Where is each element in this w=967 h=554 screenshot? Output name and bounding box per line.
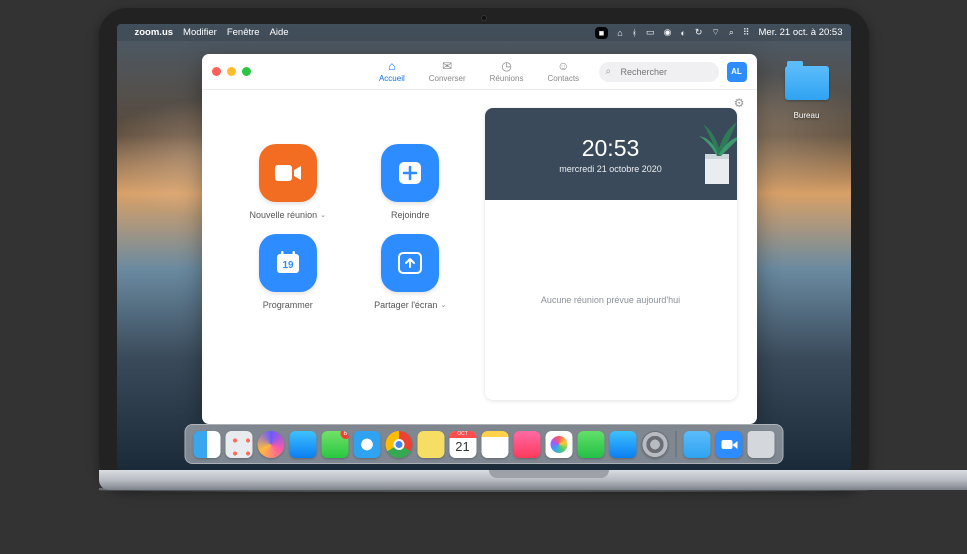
upcoming-panel: 20:53 mercredi 21 octobre 2020 bbox=[485, 108, 737, 400]
menu-window[interactable]: Fenêtre bbox=[227, 27, 260, 38]
status-battery-icon[interactable]: ▭ bbox=[646, 27, 655, 38]
join-button[interactable]: Rejoindre bbox=[354, 144, 467, 220]
chevron-down-icon: ⌄ bbox=[440, 301, 446, 309]
dock-trash[interactable] bbox=[747, 431, 774, 458]
user-avatar[interactable]: AL bbox=[727, 62, 747, 82]
desktop-folder-label: Bureau bbox=[794, 111, 820, 120]
dock-separator bbox=[675, 431, 676, 457]
minimize-button[interactable] bbox=[227, 67, 236, 76]
dock-mail[interactable] bbox=[289, 431, 316, 458]
plus-icon bbox=[399, 162, 421, 184]
svg-text:19: 19 bbox=[282, 260, 294, 271]
window-controls bbox=[212, 67, 251, 76]
share-arrow-icon bbox=[398, 252, 422, 274]
menubar-datetime[interactable]: Mer. 21 oct. à 20:53 bbox=[759, 27, 843, 38]
zoom-titlebar: ⌂ Accueil ✉ Converser ◷ Réunions ☺ bbox=[202, 54, 757, 90]
status-sync-icon[interactable]: ↻ bbox=[695, 27, 703, 38]
dock-calendar[interactable]: OCT 21 bbox=[449, 431, 476, 458]
share-screen-button[interactable]: Partager l'écran ⌄ bbox=[354, 234, 467, 310]
zoom-tabs: ⌂ Accueil ✉ Converser ◷ Réunions ☺ bbox=[379, 60, 579, 83]
dock-appstore[interactable] bbox=[609, 431, 636, 458]
close-button[interactable] bbox=[212, 67, 221, 76]
folder-icon bbox=[785, 66, 829, 100]
clock-card-header: 20:53 mercredi 21 octobre 2020 bbox=[485, 108, 737, 200]
device-label: MacBook Pro bbox=[99, 470, 967, 480]
current-date: mercredi 21 octobre 2020 bbox=[559, 164, 662, 174]
share-screen-label: Partager l'écran bbox=[374, 300, 437, 310]
new-meeting-button[interactable]: Nouvelle réunion ⌄ bbox=[232, 144, 345, 220]
desktop-folder[interactable]: Bureau bbox=[783, 66, 831, 123]
search-field-wrapper: ⌕ bbox=[599, 62, 719, 82]
status-clock-icon[interactable]: ◐ bbox=[680, 28, 685, 38]
dock-facetime[interactable] bbox=[577, 431, 604, 458]
tab-meetings[interactable]: ◷ Réunions bbox=[490, 60, 524, 83]
status-wifi-icon[interactable]: ⌔ bbox=[711, 27, 719, 38]
calendar-icon: 19 bbox=[276, 251, 300, 275]
action-grid: Nouvelle réunion ⌄ Rejoindre bbox=[232, 108, 467, 400]
dock-messages[interactable]: 8 bbox=[321, 431, 348, 458]
tab-chat[interactable]: ✉ Converser bbox=[429, 60, 466, 83]
search-icon: ⌕ bbox=[606, 66, 612, 77]
status-eye-icon[interactable]: ◉ bbox=[664, 27, 672, 38]
zoom-window: ⌂ Accueil ✉ Converser ◷ Réunions ☺ bbox=[202, 54, 757, 424]
dock-notes[interactable] bbox=[481, 431, 508, 458]
schedule-label: Programmer bbox=[263, 300, 313, 310]
screen: zoom.us Modifier Fenêtre Aide ■ ⌂ ᚼ ▭ ◉ … bbox=[117, 24, 851, 470]
no-meetings-label: Aucune réunion prévue aujourd'hui bbox=[541, 295, 680, 305]
status-bluetooth-icon[interactable]: ᚼ bbox=[632, 28, 637, 38]
contacts-icon: ☺ bbox=[557, 60, 569, 72]
dock-finder[interactable] bbox=[193, 431, 220, 458]
dock-downloads-folder[interactable] bbox=[683, 431, 710, 458]
dock-settings[interactable] bbox=[641, 431, 668, 458]
dock-cal-day: 21 bbox=[449, 438, 476, 456]
tab-contacts[interactable]: ☺ Contacts bbox=[547, 60, 579, 83]
schedule-button[interactable]: 19 Programmer bbox=[232, 234, 345, 310]
chevron-down-icon: ⌄ bbox=[320, 211, 326, 219]
zoom-button[interactable] bbox=[242, 67, 251, 76]
status-control-icon[interactable]: ⠿ bbox=[743, 27, 750, 38]
dock-chrome[interactable] bbox=[385, 431, 412, 458]
join-label: Rejoindre bbox=[391, 210, 430, 220]
dock-siri[interactable] bbox=[257, 431, 284, 458]
plant-decoration-icon bbox=[667, 108, 737, 200]
chat-icon: ✉ bbox=[442, 60, 452, 72]
clock-icon: ◷ bbox=[501, 60, 511, 72]
camera-dot bbox=[481, 15, 487, 21]
dock-preview[interactable] bbox=[417, 431, 444, 458]
badge-icon: 8 bbox=[340, 431, 348, 439]
app-menu[interactable]: zoom.us bbox=[135, 27, 174, 38]
menu-edit[interactable]: Modifier bbox=[183, 27, 217, 38]
tab-home-label: Accueil bbox=[379, 74, 405, 83]
dock-zoom[interactable] bbox=[715, 431, 742, 458]
dock: 8 OCT 21 bbox=[184, 424, 783, 464]
tab-chat-label: Converser bbox=[429, 74, 466, 83]
tab-meetings-label: Réunions bbox=[490, 74, 524, 83]
video-icon bbox=[275, 164, 301, 182]
current-time: 20:53 bbox=[582, 135, 640, 162]
dock-cal-month: OCT bbox=[449, 431, 476, 438]
dock-safari[interactable] bbox=[353, 431, 380, 458]
menu-help[interactable]: Aide bbox=[270, 27, 289, 38]
tab-home[interactable]: ⌂ Accueil bbox=[379, 60, 405, 83]
status-airplay-icon[interactable]: ⌂ bbox=[617, 28, 622, 38]
dock-launchpad[interactable] bbox=[225, 431, 252, 458]
status-search-icon[interactable]: ⌕ bbox=[729, 27, 734, 38]
tab-contacts-label: Contacts bbox=[547, 74, 579, 83]
new-meeting-label: Nouvelle réunion bbox=[250, 210, 318, 220]
home-icon: ⌂ bbox=[388, 60, 395, 72]
macbook-frame: zoom.us Modifier Fenêtre Aide ■ ⌂ ᚼ ▭ ◉ … bbox=[99, 8, 869, 492]
macos-menubar: zoom.us Modifier Fenêtre Aide ■ ⌂ ᚼ ▭ ◉ … bbox=[117, 24, 851, 41]
dock-music[interactable] bbox=[513, 431, 540, 458]
dock-photos[interactable] bbox=[545, 431, 572, 458]
search-input[interactable] bbox=[599, 62, 719, 82]
status-camera-icon[interactable]: ■ bbox=[595, 27, 608, 39]
upcoming-list: Aucune réunion prévue aujourd'hui bbox=[485, 200, 737, 400]
avatar-initials: AL bbox=[731, 67, 742, 76]
